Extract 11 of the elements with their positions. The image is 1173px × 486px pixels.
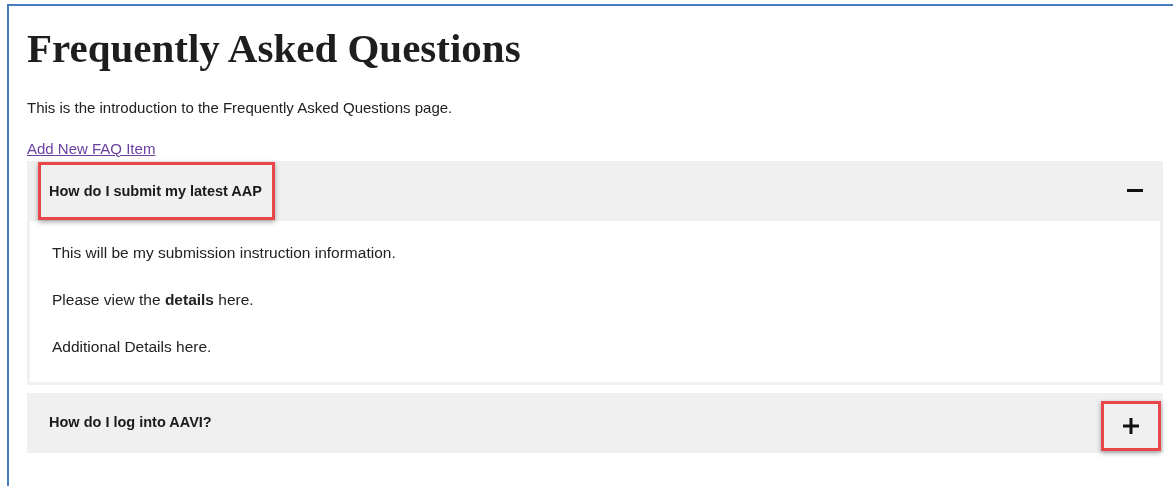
answer-text: This will be my submission instruction information.: [52, 242, 397, 263]
answer-text: Please view the details here.: [52, 289, 255, 310]
answer-text: Additional Details here.: [52, 337, 213, 358]
add-faq-link[interactable]: Add New FAQ Item: [27, 137, 156, 161]
question-text: How do I log into AAVI?: [49, 413, 212, 433]
accordion-header[interactable]: How do I submit my latest AAP: [27, 160, 1163, 221]
intro-text: This is the introduction to the Frequently Asked Questions page.: [27, 98, 454, 119]
toggle-button[interactable]: [1101, 401, 1161, 452]
accordion-header[interactable]: How do I log into AAVI?: [27, 393, 1163, 454]
question-text: How do I submit my latest AAP: [49, 182, 262, 199]
page-title: Frequently Asked Questions: [27, 26, 522, 72]
